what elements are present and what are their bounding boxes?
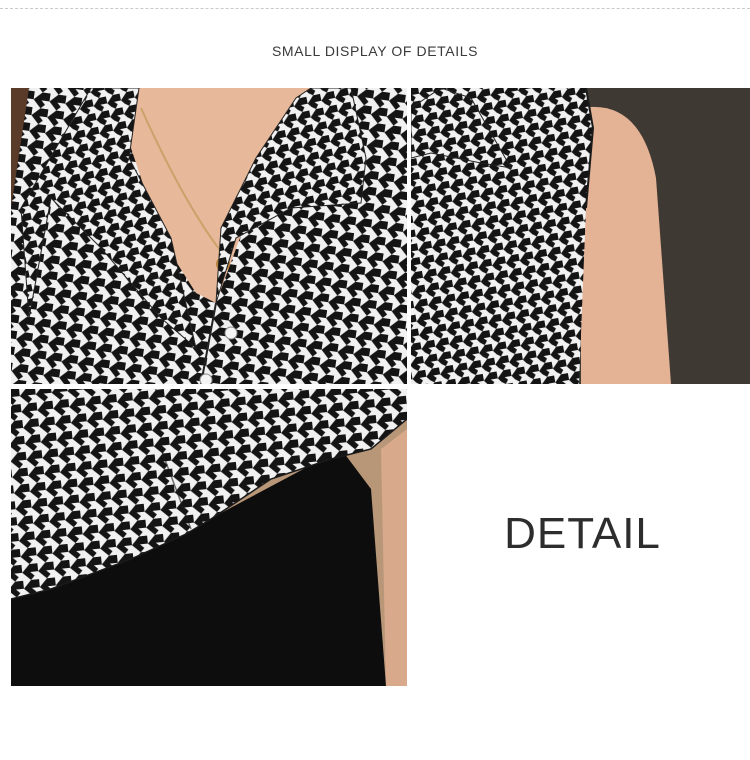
section-heading: SMALL DISPLAY OF DETAILS xyxy=(271,43,479,59)
collar-detail-photo xyxy=(11,88,407,384)
product-detail-page: SMALL DISPLAY OF DETAILS DETAIL xyxy=(0,0,750,760)
detail-label-tile: DETAIL xyxy=(411,389,750,686)
detail-label: DETAIL xyxy=(504,508,661,558)
shoulder-detail-photo xyxy=(411,88,750,384)
collar-photo-illustration xyxy=(11,88,407,384)
hem-detail-photo xyxy=(11,389,407,686)
hem-photo-illustration xyxy=(11,389,407,686)
shoulder-photo-illustration xyxy=(411,88,750,384)
top-divider xyxy=(0,8,750,9)
